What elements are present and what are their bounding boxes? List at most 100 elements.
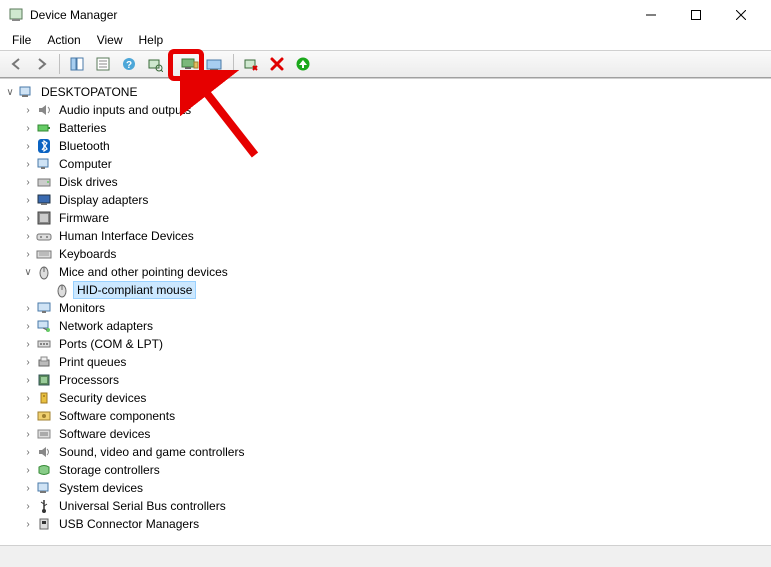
usb-icon <box>36 498 52 514</box>
tree-node-label: Sound, video and game controllers <box>56 444 247 460</box>
usbconn-icon <box>36 516 52 532</box>
tree-category[interactable]: › Disk drives <box>0 173 771 191</box>
close-button[interactable] <box>718 0 763 30</box>
tree-node-label: System devices <box>56 480 146 496</box>
expander-icon[interactable]: › <box>22 105 34 116</box>
expander-icon[interactable]: ∨ <box>4 87 16 98</box>
cpu-icon <box>36 372 52 388</box>
tree-category[interactable]: › Processors <box>0 371 771 389</box>
tree-category[interactable]: › Software devices <box>0 425 771 443</box>
expander-icon[interactable]: › <box>22 411 34 422</box>
expander-icon[interactable]: › <box>22 501 34 512</box>
expander-icon[interactable]: › <box>22 375 34 386</box>
expander-icon[interactable]: › <box>22 483 34 494</box>
tree-node-label: Display adapters <box>56 192 151 208</box>
tree-category[interactable]: › Universal Serial Bus controllers <box>0 497 771 515</box>
tree-node-label: Print queues <box>56 354 129 370</box>
app-icon <box>8 7 24 23</box>
expander-icon[interactable]: › <box>22 159 34 170</box>
expander-icon[interactable] <box>40 285 52 296</box>
tree-category[interactable]: › Ports (COM & LPT) <box>0 335 771 353</box>
tree-category[interactable]: ›Storage controllers <box>0 461 771 479</box>
device-tree[interactable]: ∨DESKTOPATONE›Audio inputs and outputs›B… <box>0 78 771 543</box>
tree-category[interactable]: ›Bluetooth <box>0 137 771 155</box>
menu-action[interactable]: Action <box>39 31 88 49</box>
tree-node-label: DESKTOPATONE <box>38 84 140 100</box>
battery-icon <box>36 120 52 136</box>
firmware-icon <box>36 210 52 226</box>
back-button[interactable] <box>4 53 28 75</box>
expander-icon[interactable]: ∨ <box>22 267 34 278</box>
tree-node-label: Universal Serial Bus controllers <box>56 498 229 514</box>
expander-icon[interactable]: › <box>22 357 34 368</box>
add-legacy-hardware-button[interactable] <box>291 53 315 75</box>
tree-category[interactable]: ›Security devices <box>0 389 771 407</box>
expander-icon[interactable]: › <box>22 321 34 332</box>
update-driver-button[interactable] <box>178 53 202 75</box>
remove-device-button[interactable] <box>265 53 289 75</box>
expander-icon[interactable]: › <box>22 303 34 314</box>
expander-icon[interactable]: › <box>22 249 34 260</box>
monitor-icon <box>36 300 52 316</box>
tree-node-label: Human Interface Devices <box>56 228 197 244</box>
maximize-button[interactable] <box>673 0 718 30</box>
tree-category[interactable]: › Audio inputs and outputs <box>0 101 771 119</box>
tree-category[interactable]: › Monitors <box>0 299 771 317</box>
security-icon <box>36 390 52 406</box>
expander-icon[interactable]: › <box>22 213 34 224</box>
tree-category[interactable]: › System devices <box>0 479 771 497</box>
expander-icon[interactable]: › <box>22 429 34 440</box>
tree-category[interactable]: › Batteries <box>0 119 771 137</box>
tree-category[interactable]: › Human Interface Devices <box>0 227 771 245</box>
expander-icon[interactable]: › <box>22 465 34 476</box>
tree-category[interactable]: ›Computer <box>0 155 771 173</box>
expander-icon[interactable]: › <box>22 123 34 134</box>
tree-category[interactable]: ›USB Connector Managers <box>0 515 771 533</box>
tree-category[interactable]: › Print queues <box>0 353 771 371</box>
menu-file[interactable]: File <box>4 31 39 49</box>
tree-node-label: Monitors <box>56 300 108 316</box>
tree-category[interactable]: › Display adapters <box>0 191 771 209</box>
help-button[interactable]: ? <box>117 53 141 75</box>
tree-device[interactable]: HID-compliant mouse <box>0 281 771 299</box>
tree-category[interactable]: ›Network adapters <box>0 317 771 335</box>
expander-icon[interactable]: › <box>22 519 34 530</box>
menu-view[interactable]: View <box>89 31 131 49</box>
menu-help[interactable]: Help <box>131 31 172 49</box>
port-icon <box>36 336 52 352</box>
uninstall-device-button[interactable] <box>204 53 228 75</box>
mouse-icon <box>36 264 52 280</box>
tree-category[interactable]: ›Keyboards <box>0 245 771 263</box>
properties-button[interactable] <box>91 53 115 75</box>
mouse-icon <box>54 282 70 298</box>
tree-node-label: Ports (COM & LPT) <box>56 336 166 352</box>
window-controls <box>628 0 763 30</box>
storage-icon <box>36 462 52 478</box>
expander-icon[interactable]: › <box>22 195 34 206</box>
expander-icon[interactable]: › <box>22 177 34 188</box>
tree-node-label: Disk drives <box>56 174 121 190</box>
tree-category[interactable]: ›Software components <box>0 407 771 425</box>
show-hide-tree-button[interactable] <box>65 53 89 75</box>
tree-node-label: Software devices <box>56 426 153 442</box>
scan-hardware-button[interactable] <box>143 53 167 75</box>
expander-icon[interactable]: › <box>22 141 34 152</box>
expander-icon[interactable]: › <box>22 393 34 404</box>
tree-root[interactable]: ∨ DESKTOPATONE <box>0 83 771 101</box>
tree-category[interactable]: › Sound, video and game controllers <box>0 443 771 461</box>
tree-node-label: Batteries <box>56 120 109 136</box>
tree-category[interactable]: ∨ Mice and other pointing devices <box>0 263 771 281</box>
tree-node-label: Audio inputs and outputs <box>56 102 194 118</box>
tree-node-label: Processors <box>56 372 122 388</box>
minimize-button[interactable] <box>628 0 673 30</box>
disable-device-button[interactable] <box>239 53 263 75</box>
expander-icon[interactable]: › <box>22 231 34 242</box>
expander-icon[interactable]: › <box>22 339 34 350</box>
forward-button[interactable] <box>30 53 54 75</box>
keyboard-icon <box>36 246 52 262</box>
tree-node-label: Mice and other pointing devices <box>56 264 231 280</box>
expander-icon[interactable]: › <box>22 447 34 458</box>
tree-category[interactable]: ›Firmware <box>0 209 771 227</box>
pc-icon <box>18 84 34 100</box>
speaker-icon <box>36 102 52 118</box>
